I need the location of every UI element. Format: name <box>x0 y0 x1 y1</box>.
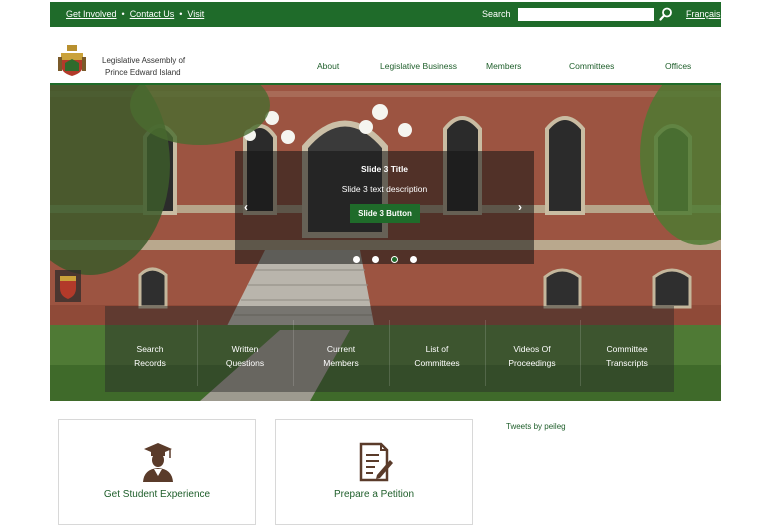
carousel-dot-2[interactable] <box>372 256 379 263</box>
slide-description: Slide 3 text description <box>341 184 428 194</box>
tweets-link[interactable]: Tweets by peileg <box>506 422 566 431</box>
nav-about[interactable]: About <box>317 61 339 71</box>
carousel-indicators <box>353 250 429 268</box>
quicklink-videos-of-proceedings[interactable]: Videos Of Proceedings <box>487 342 577 370</box>
site-header: Legislative Assembly of Prince Edward Is… <box>50 27 721 85</box>
student-experience-card[interactable]: Get Student Experience <box>58 419 256 525</box>
prepare-petition-card[interactable]: Prepare a Petition <box>275 419 473 525</box>
search-input[interactable] <box>518 8 654 21</box>
site-brand[interactable]: Legislative Assembly of Prince Edward Is… <box>102 55 185 79</box>
quicklink-committee-transcripts[interactable]: Committee Transcripts <box>582 342 672 370</box>
carousel-dot-3[interactable] <box>391 256 398 263</box>
get-involved-link[interactable]: Get Involved <box>66 9 117 19</box>
nav-committees[interactable]: Committees <box>569 61 614 71</box>
nav-legislative-business[interactable]: Legislative Business <box>380 61 457 71</box>
coat-of-arms-logo[interactable] <box>58 45 86 77</box>
quicklink-list-of-committees[interactable]: List of Committees <box>392 342 482 370</box>
student-experience-label: Get Student Experience <box>103 489 211 500</box>
quicklink-written-questions[interactable]: Written Questions <box>200 342 290 370</box>
contact-us-link[interactable]: Contact Us <box>130 9 175 19</box>
petition-icon <box>359 442 393 482</box>
prepare-petition-label: Prepare a Petition <box>333 489 415 500</box>
visit-link[interactable]: Visit <box>187 9 204 19</box>
quick-links-bar: Search Records Written Questions Current Me… <box>105 306 674 392</box>
search-button[interactable] <box>659 7 673 21</box>
search-label: Search <box>482 9 511 19</box>
graduate-icon <box>143 443 173 482</box>
slide-cta-button[interactable]: Slide 3 Button <box>350 204 420 223</box>
carousel-dot-4[interactable] <box>410 256 417 263</box>
side-crest-icon <box>55 270 81 302</box>
quicklink-search-records[interactable]: Search Records <box>105 342 195 370</box>
search-icon <box>659 7 672 21</box>
language-toggle-link[interactable]: Français <box>686 9 721 19</box>
carousel-next-arrow-icon[interactable]: › <box>518 200 522 214</box>
nav-members[interactable]: Members <box>486 61 521 71</box>
hero-carousel: Slide 3 Title Slide 3 text description S… <box>50 85 721 401</box>
nav-offices[interactable]: Offices <box>665 61 691 71</box>
top-utility-bar: Get Involved • Contact Us • Visit Search Fra… <box>50 2 721 27</box>
brand-line-1: Legislative Assembly of <box>102 56 186 65</box>
slide-caption-box: Slide 3 Title Slide 3 text description S… <box>235 151 534 264</box>
quicklink-current-members[interactable]: Current Members <box>296 342 386 370</box>
carousel-prev-arrow-icon[interactable]: ‹ <box>244 200 248 214</box>
carousel-dot-1[interactable] <box>353 256 360 263</box>
brand-line-2: Prince Edward Island <box>105 68 181 77</box>
slide-title: Slide 3 Title <box>360 164 409 174</box>
utility-links: Get Involved • Contact Us • Visit <box>66 9 205 19</box>
